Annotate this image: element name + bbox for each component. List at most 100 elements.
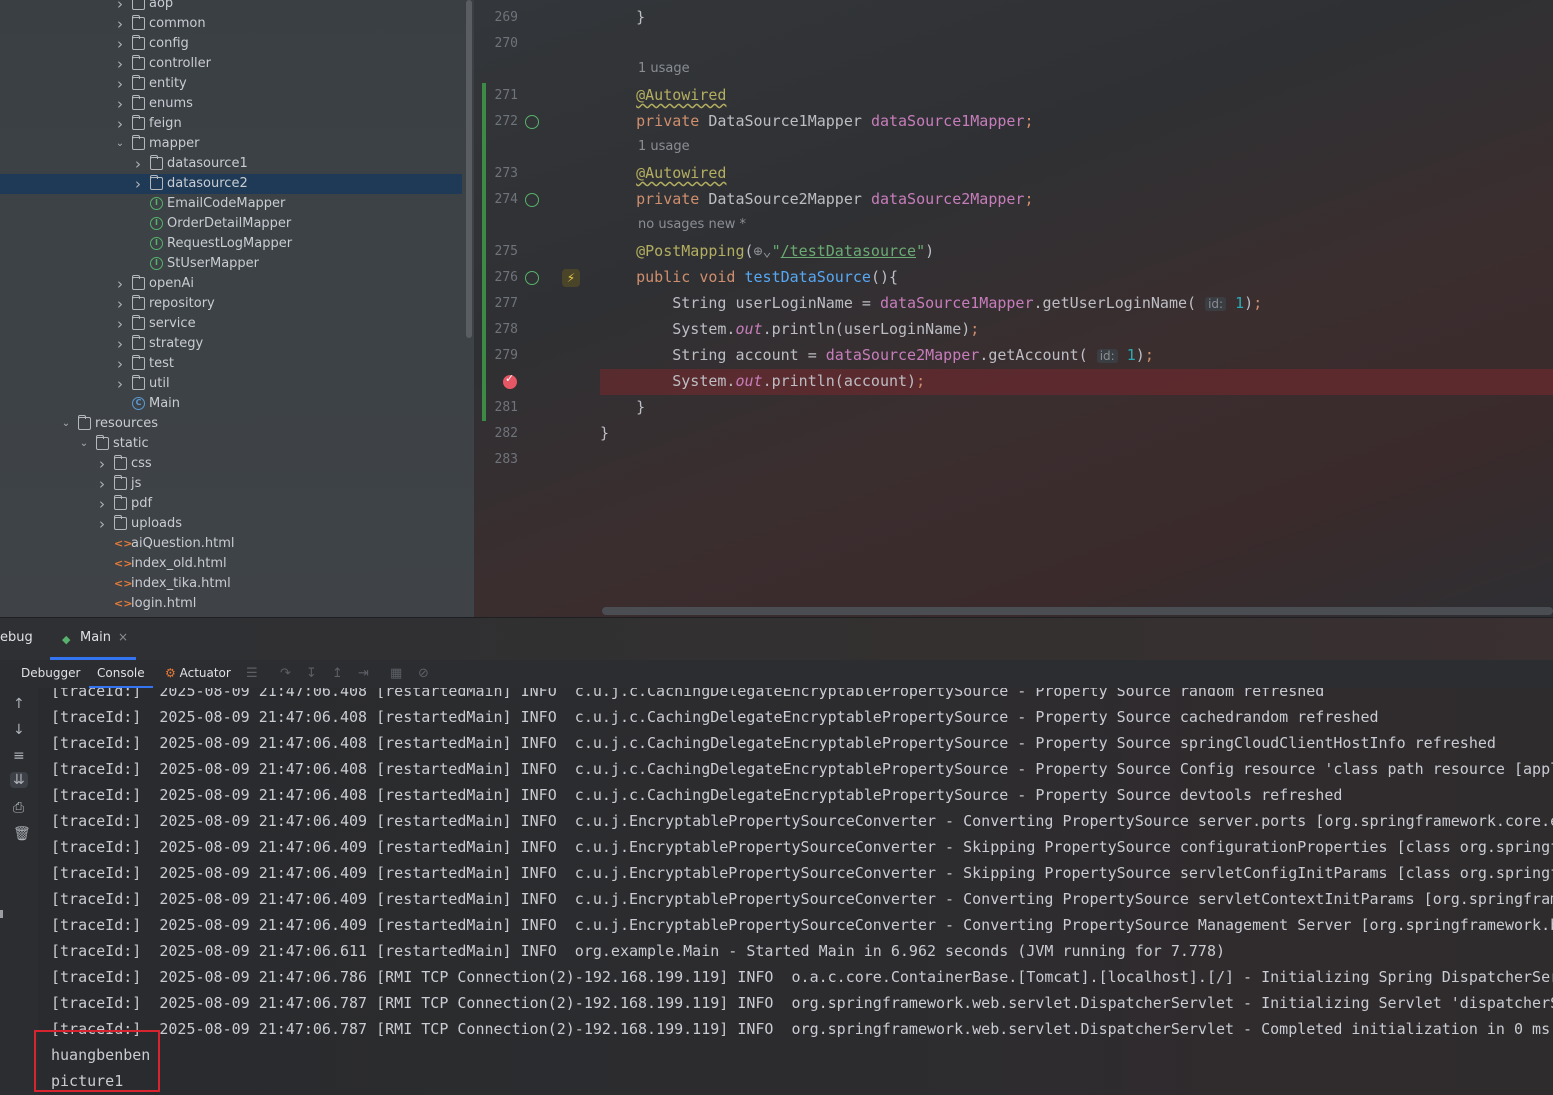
step-out-icon[interactable]: ↥ — [332, 666, 343, 681]
tree-item[interactable]: › datasource2 — [0, 174, 462, 194]
tree-item[interactable]: › common — [0, 14, 462, 34]
chevron-right-icon[interactable]: › — [114, 274, 126, 294]
chevron-right-icon[interactable]: › — [132, 174, 144, 194]
bean-navigation-icon[interactable] — [525, 115, 539, 129]
trash-icon[interactable]: 🗑 — [13, 826, 31, 842]
tree-item-label: enums — [149, 96, 193, 111]
evaluate-icon[interactable]: ▦ — [390, 666, 402, 681]
session-tab-main[interactable]: ◆ Main × — [50, 618, 136, 660]
editor-horizontal-scrollbar[interactable] — [602, 607, 1553, 615]
chevron-right-icon[interactable]: › — [114, 334, 126, 354]
chevron-down-icon[interactable]: ⌄ — [78, 434, 90, 454]
code-line[interactable]: System.out.println(account); — [600, 372, 925, 390]
tree-item[interactable]: › aop — [0, 0, 462, 14]
tree-item[interactable]: › uploads — [0, 514, 462, 534]
chevron-right-icon[interactable]: › — [114, 114, 126, 134]
tree-item[interactable]: › js — [0, 474, 462, 494]
code-line[interactable]: private DataSource1Mapper dataSource1Map… — [600, 112, 1033, 130]
console-output[interactable]: [traceId:] 2025-08-09 21:47:06.408 [rest… — [38, 688, 1553, 1095]
tab-console[interactable]: Console — [89, 666, 153, 688]
tree-item[interactable]: <> index_tika.html — [0, 574, 462, 594]
tree-item[interactable]: C Main — [0, 394, 462, 414]
spring-bean-icon[interactable]: ⚡ — [562, 269, 580, 287]
code-line[interactable]: @Autowired — [600, 86, 726, 104]
tab-actuator[interactable]: ⚙ Actuator — [165, 666, 231, 680]
tree-item[interactable]: › datasource1 — [0, 154, 462, 174]
code-line[interactable]: String account = dataSource2Mapper.getAc… — [600, 346, 1154, 364]
run-to-cursor-icon[interactable]: ⇥ — [358, 666, 369, 681]
project-tree[interactable]: <> login.html <> index_tika.html <> index_old… — [0, 0, 474, 617]
close-icon[interactable]: × — [118, 630, 128, 644]
chevron-right-icon[interactable]: › — [132, 154, 144, 174]
chevron-right-icon[interactable]: › — [114, 54, 126, 74]
tree-item[interactable]: I OrderDetailMapper — [0, 214, 462, 234]
mute-breakpoints-icon[interactable]: ⊘ — [418, 666, 429, 681]
tree-item[interactable]: ⌄ static — [0, 434, 462, 454]
usage-hint[interactable]: 1 usage — [638, 61, 690, 76]
tab-debugger[interactable]: Debugger — [21, 666, 80, 680]
tree-item[interactable]: › openAi — [0, 274, 462, 294]
bean-navigation-icon[interactable] — [525, 193, 539, 207]
chevron-right-icon[interactable]: › — [114, 354, 126, 374]
chevron-right-icon[interactable]: › — [96, 514, 108, 534]
chevron-right-icon[interactable]: › — [114, 34, 126, 54]
tree-item[interactable]: I StUserMapper — [0, 254, 462, 274]
usage-hint[interactable]: no usages new * — [638, 217, 746, 232]
tree-item[interactable]: ⌄ resources — [0, 414, 462, 434]
tree-item[interactable]: › entity — [0, 74, 462, 94]
web-endpoint-icon[interactable] — [525, 271, 539, 285]
folder-icon — [132, 95, 145, 110]
tree-scrollbar[interactable] — [466, 0, 472, 338]
code-line[interactable]: private DataSource2Mapper dataSource2Map… — [600, 190, 1033, 208]
chevron-right-icon[interactable]: › — [114, 294, 126, 314]
chevron-right-icon[interactable]: › — [114, 74, 126, 94]
tree-item[interactable]: › service — [0, 314, 462, 334]
tree-item[interactable]: › css — [0, 454, 462, 474]
chevron-right-icon[interactable]: › — [114, 94, 126, 114]
chevron-right-icon[interactable]: › — [96, 494, 108, 514]
code-line[interactable]: @PostMapping(⊕⌄"/testDatasource") — [600, 242, 934, 260]
tree-item[interactable]: <> login.html — [0, 594, 462, 614]
soft-wrap-icon[interactable]: ≡ — [13, 748, 25, 764]
tree-item[interactable]: › pdf — [0, 494, 462, 514]
chevron-right-icon[interactable]: › — [114, 374, 126, 394]
chevron-down-icon[interactable]: ⌄ — [114, 134, 126, 154]
chevron-right-icon[interactable]: › — [96, 474, 108, 494]
tree-item[interactable]: › controller — [0, 54, 462, 74]
tree-item[interactable]: › util — [0, 374, 462, 394]
tree-item[interactable]: › repository — [0, 294, 462, 314]
arrow-down-icon[interactable]: ↓ — [13, 722, 25, 738]
menu-icon[interactable]: ☰ — [246, 666, 258, 681]
chevron-down-icon[interactable]: ⌄ — [60, 414, 72, 434]
tree-item[interactable]: › test — [0, 354, 462, 374]
code-editor[interactable]: 269 } 270 1 usage 271 @Autowired 272 private… — [474, 0, 1553, 617]
breakpoint-icon[interactable] — [503, 372, 517, 389]
arrow-up-icon[interactable]: ↑ — [13, 696, 25, 712]
tree-item[interactable]: I RequestLogMapper — [0, 234, 462, 254]
print-icon[interactable]: ⎙ — [13, 800, 24, 816]
tree-item[interactable]: I EmailCodeMapper — [0, 194, 462, 214]
code-line[interactable]: } — [600, 8, 645, 26]
chevron-right-icon[interactable]: › — [114, 14, 126, 34]
chevron-right-icon[interactable]: › — [96, 454, 108, 474]
usage-hint[interactable]: 1 usage — [638, 139, 690, 154]
tree-item[interactable]: › strategy — [0, 334, 462, 354]
folder-icon — [132, 375, 145, 390]
chevron-right-icon[interactable]: › — [114, 0, 126, 14]
code-line[interactable]: String userLoginName = dataSource1Mapper… — [600, 294, 1262, 312]
tree-item[interactable]: › enums — [0, 94, 462, 114]
code-line[interactable]: } — [600, 424, 609, 442]
code-line[interactable]: public void testDataSource(){ — [600, 268, 898, 286]
tree-item[interactable]: › config — [0, 34, 462, 54]
tree-item[interactable]: <> index_old.html — [0, 554, 462, 574]
code-line[interactable]: @Autowired — [600, 164, 726, 182]
scroll-to-end-icon[interactable]: ⇊ — [10, 772, 28, 788]
code-line[interactable]: System.out.println(userLoginName); — [600, 320, 979, 338]
step-over-icon[interactable]: ↷ — [280, 666, 291, 681]
tree-item[interactable]: ⌄ mapper — [0, 134, 462, 154]
tree-item[interactable]: › feign — [0, 114, 462, 134]
tree-item[interactable]: <> aiQuestion.html — [0, 534, 462, 554]
code-line[interactable]: } — [600, 398, 645, 416]
chevron-right-icon[interactable]: › — [114, 314, 126, 334]
step-into-icon[interactable]: ↧ — [306, 666, 317, 681]
